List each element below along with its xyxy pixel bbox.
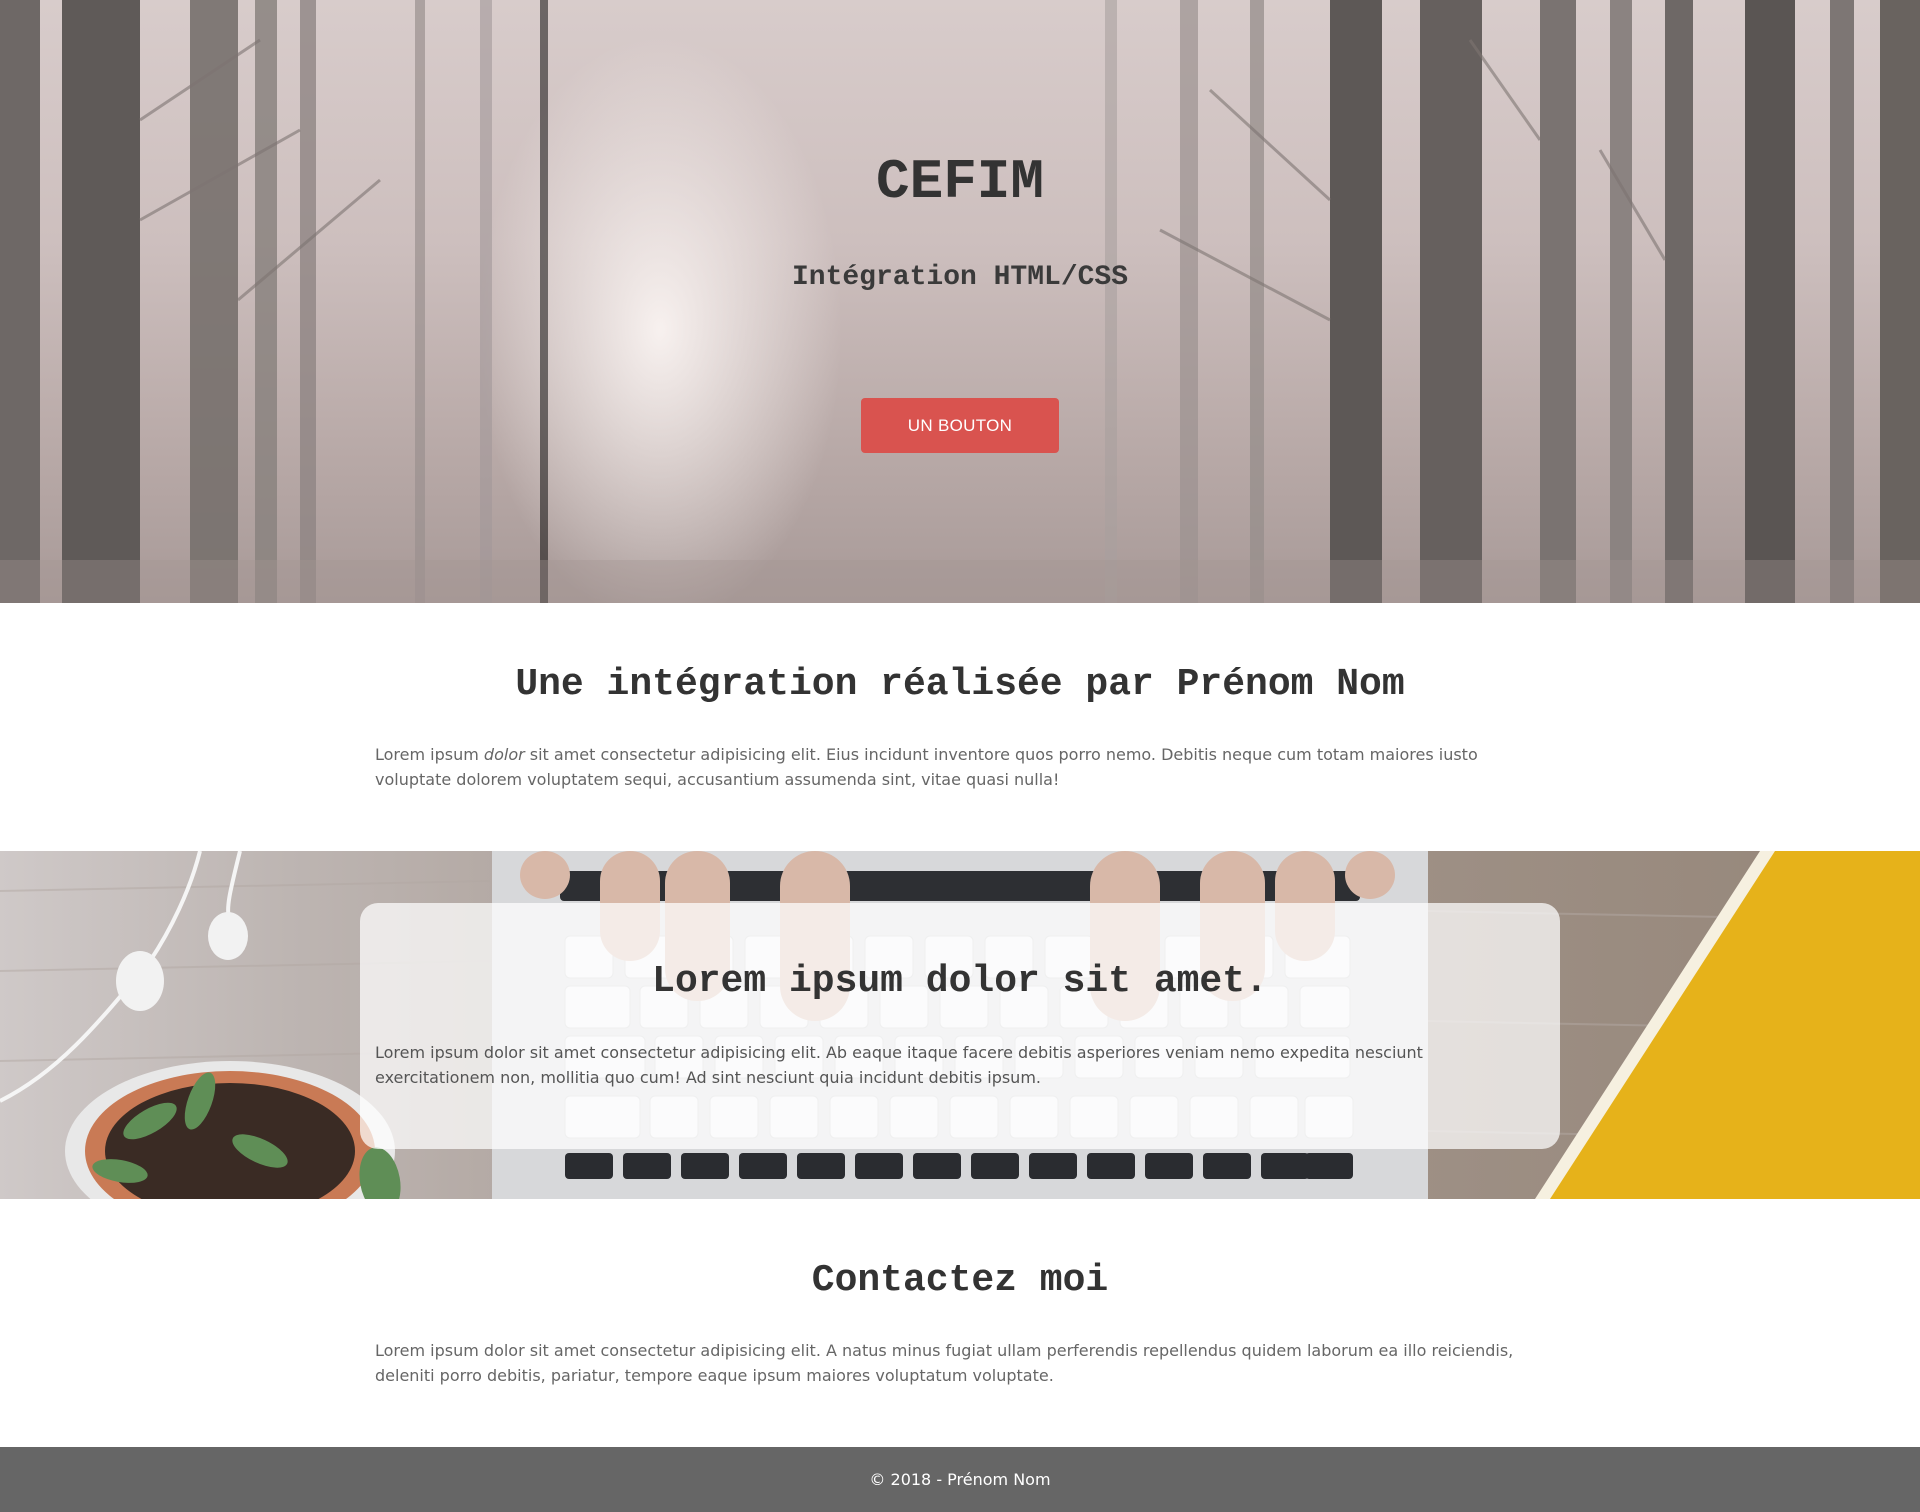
intro-text-part: sit amet consectetur adipisicing elit. E… xyxy=(375,745,1478,789)
hero-title: CEFIM xyxy=(875,150,1045,214)
hero-section: CEFIM Intégration HTML/CSS UN BOUTON xyxy=(0,0,1920,603)
intro-text-emphasis: dolor xyxy=(483,745,525,764)
feature-text: Lorem ipsum dolor sit amet consectetur a… xyxy=(375,1043,1423,1087)
intro-text-part: Lorem ipsum xyxy=(375,745,484,764)
hero-subtitle: Intégration HTML/CSS xyxy=(791,262,1129,293)
feature-card xyxy=(360,903,1560,1149)
contact-text: Lorem ipsum dolor sit amet consectetur a… xyxy=(375,1341,1514,1385)
intro-title: Une intégration réalisée par Prénom Nom xyxy=(515,663,1405,706)
footer-copyright: © 2018 - Prénom Nom xyxy=(869,1470,1051,1489)
primary-cta-button[interactable]: UN BOUTON xyxy=(861,398,1059,453)
contact-title: Contactez moi xyxy=(811,1259,1109,1302)
footer: © 2018 - Prénom Nom xyxy=(0,1447,1920,1512)
feature-title: Lorem ipsum dolor sit amet. xyxy=(652,960,1268,1003)
forest-background-image xyxy=(0,0,1920,603)
intro-text: Lorem ipsum dolor sit amet consectetur a… xyxy=(375,742,1525,792)
